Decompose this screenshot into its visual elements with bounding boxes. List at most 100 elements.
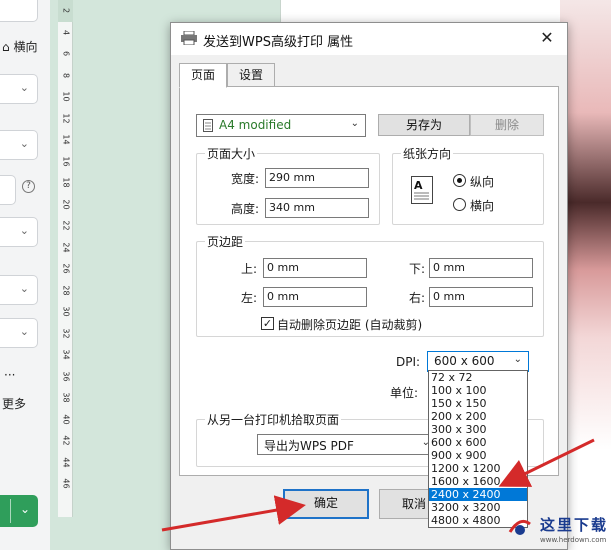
dpi-dropdown-list: 72 x 72 100 x 100 150 x 150 200 x 200 300 x … bbox=[428, 370, 528, 528]
dpi-option[interactable]: 150 x 150 bbox=[429, 397, 527, 410]
sidebar-orientation-label: ⌂ 横向 bbox=[2, 40, 38, 54]
ruler-tick-label: 34 bbox=[61, 349, 71, 360]
right-margin-label: 右: bbox=[409, 291, 426, 305]
sidebar-input[interactable] bbox=[0, 175, 16, 205]
help-icon[interactable]: ? bbox=[22, 180, 35, 193]
chevron-down-icon: ⌄ bbox=[350, 118, 359, 129]
dpi-option[interactable]: 900 x 900 bbox=[429, 449, 527, 462]
tab-page[interactable]: 页面 bbox=[179, 63, 227, 88]
ruler-tick-label: 32 bbox=[61, 327, 71, 339]
ruler-tick-label: 44 bbox=[61, 456, 71, 468]
height-input[interactable]: 340 mm bbox=[265, 198, 369, 218]
ruler-tick-label: 28 bbox=[61, 284, 71, 296]
watermark-logo-icon bbox=[508, 519, 531, 535]
dpi-option[interactable]: 72 x 72 bbox=[429, 371, 527, 384]
paper-preset-value: A4 modified bbox=[219, 118, 292, 132]
auto-crop-checkbox[interactable]: ✓ bbox=[261, 317, 274, 330]
dialog-titlebar[interactable]: 发送到WPS高级打印 属性 ✕ bbox=[171, 23, 567, 55]
width-input[interactable]: 290 mm bbox=[265, 168, 369, 188]
sidebar-select-5[interactable]: ⌄ bbox=[0, 318, 38, 348]
bottom-margin-input[interactable]: 0 mm bbox=[429, 258, 533, 278]
left-margin-label: 左: bbox=[241, 291, 258, 305]
margins-title: 页边距 bbox=[205, 233, 246, 250]
watermark-text: 这里下载 bbox=[540, 516, 609, 534]
dpi-option[interactable]: 200 x 200 bbox=[429, 410, 527, 423]
paper-preset-select[interactable]: A4 modified ⌄ bbox=[196, 114, 366, 137]
portrait-radio[interactable] bbox=[453, 174, 466, 187]
chevron-down-icon: ⌄ bbox=[19, 282, 29, 295]
landscape-radio[interactable] bbox=[453, 198, 466, 211]
ruler-tick-label: 2 bbox=[61, 7, 71, 14]
pickup-title: 从另一台打印机拾取页面 bbox=[205, 411, 342, 428]
dpi-option[interactable]: 600 x 600 bbox=[429, 436, 527, 449]
auto-crop-label[interactable]: 自动删除页边距 (自动裁剪) bbox=[277, 316, 422, 333]
sidebar-field-top[interactable] bbox=[0, 0, 38, 22]
width-label: 宽度: bbox=[231, 172, 260, 186]
dpi-option[interactable]: 100 x 100 bbox=[429, 384, 527, 397]
ruler-tick-label: 42 bbox=[61, 435, 71, 446]
ruler-tick-label: 24 bbox=[61, 241, 71, 253]
margins-group: 页边距 上: 0 mm 下: 0 mm 左: 0 mm 右: 0 mm ✓ 自动… bbox=[196, 233, 544, 337]
ruler-tick-label: 10 bbox=[61, 91, 71, 102]
ruler-tick-label: 40 bbox=[61, 413, 71, 425]
paper-size-group: 页面大小 宽度: 290 mm 高度: 340 mm bbox=[196, 145, 380, 225]
sidebar: ⌂ 横向 ⌄ ⌄ ? ⌄ ⌄ ⌄ ··· 更多 ⌄ bbox=[0, 0, 50, 550]
sidebar-orientation-icon: ⌂ bbox=[2, 40, 10, 54]
dpi-option[interactable]: 300 x 300 bbox=[429, 423, 527, 436]
bottom-margin-label: 下: bbox=[409, 262, 426, 276]
unit-label: 单位: bbox=[390, 386, 419, 400]
ruler-tick-label: 36 bbox=[61, 370, 71, 382]
pickup-printer-select[interactable]: 导出为WPS PDF ⌄ bbox=[257, 434, 437, 455]
vertical-ruler: 2 4 6 8 10 12 14 16 18 20 22 24 26 28 30 32 34 36 38 40 42 44… bbox=[58, 0, 73, 517]
ruler-tick-label: 4 bbox=[61, 29, 71, 35]
chevron-down-icon: ⌄ bbox=[19, 224, 29, 237]
sidebar-select-2[interactable]: ⌄ bbox=[0, 130, 38, 160]
save-as-button[interactable]: 另存为 bbox=[378, 114, 470, 136]
dpi-select[interactable]: 600 x 600 ⌄ bbox=[427, 351, 529, 372]
paper-size-title: 页面大小 bbox=[205, 145, 258, 162]
dpi-value: 600 x 600 bbox=[434, 354, 495, 368]
landscape-label[interactable]: 横向 bbox=[470, 197, 494, 214]
dpi-option[interactable]: 1200 x 1200 bbox=[429, 462, 527, 475]
ruler-tick-label: 16 bbox=[61, 155, 71, 167]
sidebar-ellipsis[interactable]: ··· bbox=[4, 368, 15, 382]
ok-button[interactable]: 确定 bbox=[283, 489, 369, 519]
sidebar-select-3[interactable]: ⌄ bbox=[0, 217, 38, 247]
sidebar-green-button[interactable]: ⌄ bbox=[0, 495, 38, 527]
delete-button[interactable]: 删除 bbox=[470, 114, 544, 136]
sidebar-select-4[interactable]: ⌄ bbox=[0, 275, 38, 305]
watermark-url: www.herdown.com bbox=[540, 536, 607, 544]
orientation-title: 纸张方向 bbox=[401, 145, 454, 162]
left-margin-input[interactable]: 0 mm bbox=[263, 287, 367, 307]
ruler-tick-label: 6 bbox=[61, 50, 71, 57]
dpi-option[interactable]: 2400 x 2400 bbox=[429, 488, 527, 501]
close-icon[interactable]: ✕ bbox=[537, 28, 557, 47]
top-margin-label: 上: bbox=[241, 262, 258, 276]
document-icon bbox=[203, 119, 213, 132]
dpi-label: DPI: bbox=[396, 355, 421, 369]
sidebar-select-1[interactable]: ⌄ bbox=[0, 74, 38, 104]
button-separator bbox=[10, 499, 11, 523]
site-watermark: 这里下载 www.herdown.com bbox=[500, 510, 611, 550]
chevron-down-icon: ⌄ bbox=[19, 81, 29, 94]
top-margin-input[interactable]: 0 mm bbox=[263, 258, 367, 278]
printer-icon bbox=[181, 31, 197, 45]
portrait-page-icon: A bbox=[411, 176, 433, 204]
right-margin-input[interactable]: 0 mm bbox=[429, 287, 533, 307]
ruler-tick-label: 14 bbox=[61, 134, 71, 145]
chevron-down-icon: ⌄ bbox=[513, 354, 522, 365]
portrait-label[interactable]: 纵向 bbox=[470, 173, 494, 190]
ruler-tick-label: 22 bbox=[61, 220, 71, 231]
ruler-tick-label: 30 bbox=[61, 306, 71, 317]
dpi-option[interactable]: 1600 x 1600 bbox=[429, 475, 527, 488]
ruler-tick-label: 26 bbox=[61, 263, 71, 274]
tab-settings[interactable]: 设置 bbox=[227, 63, 275, 87]
ruler-tick-label: 18 bbox=[61, 177, 71, 188]
chevron-down-icon: ⌄ bbox=[19, 137, 29, 150]
dialog-title: 发送到WPS高级打印 属性 bbox=[203, 35, 354, 50]
orientation-group: 纸张方向 A 纵向 横向 bbox=[392, 145, 544, 225]
sidebar-more-link[interactable]: 更多 bbox=[2, 395, 26, 412]
ruler-tick-label: 20 bbox=[61, 198, 71, 210]
ruler-tick-label: 8 bbox=[61, 72, 71, 78]
chevron-down-icon: ⌄ bbox=[19, 502, 30, 516]
